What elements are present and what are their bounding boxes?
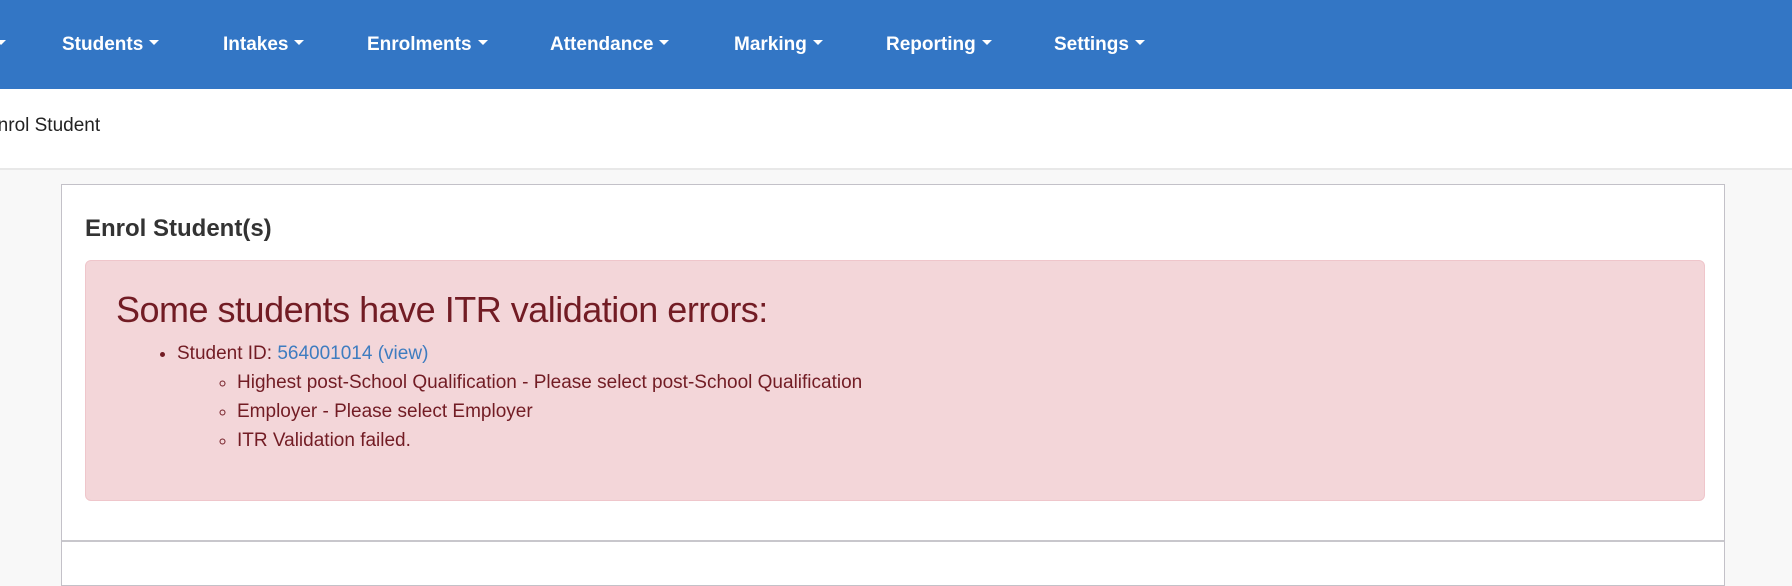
- nav-label: Marking: [734, 33, 807, 55]
- view-link[interactable]: (view): [378, 343, 429, 364]
- list-item: ITR Validation failed.: [237, 426, 862, 455]
- student-id-link[interactable]: 564001014: [277, 343, 372, 364]
- chevron-down-icon: [477, 40, 488, 45]
- student-error-list: Student ID: 564001014 (view) Highest pos…: [116, 339, 862, 455]
- chevron-down-icon: [294, 40, 305, 45]
- card-divider: [62, 540, 1724, 542]
- chevron-down-icon: [812, 40, 823, 45]
- nav-label: Intakes: [223, 33, 289, 55]
- nav-label: Attendance: [550, 33, 654, 55]
- nav-label: Settings: [1054, 33, 1129, 55]
- top-navbar: Students Intakes Enrolments Attendance M…: [0, 0, 1792, 89]
- nav-label: Enrolments: [367, 33, 472, 55]
- nav-label: Students: [62, 33, 144, 55]
- nav-item-truncated[interactable]: [0, 0, 6, 89]
- list-item: Student ID: 564001014 (view) Highest pos…: [177, 339, 862, 455]
- chevron-down-icon: [659, 40, 670, 45]
- chevron-down-icon: [1134, 40, 1145, 45]
- nav-item-marking[interactable]: Marking: [734, 0, 823, 89]
- nav-item-students[interactable]: Students: [62, 0, 160, 89]
- alert-heading: Some students have ITR validation errors…: [116, 289, 768, 330]
- list-item: Highest post-School Qualification - Plea…: [237, 368, 862, 397]
- page-title: Enrol Student(s): [85, 215, 272, 242]
- chevron-down-icon: [981, 40, 992, 45]
- nav-item-reporting[interactable]: Reporting: [886, 0, 992, 89]
- nav-item-enrolments[interactable]: Enrolments: [367, 0, 488, 89]
- nav-label: Reporting: [886, 33, 976, 55]
- student-id-label: Student ID:: [177, 343, 278, 364]
- chevron-down-icon: [149, 40, 160, 45]
- error-alert: Some students have ITR validation errors…: [85, 260, 1705, 501]
- breadcrumb-bar: Enrol Student: [0, 89, 1792, 170]
- nav-item-intakes[interactable]: Intakes: [223, 0, 305, 89]
- list-item: Employer - Please select Employer: [237, 397, 862, 426]
- error-sublist: Highest post-School Qualification - Plea…: [177, 368, 862, 455]
- breadcrumb: Enrol Student: [0, 115, 101, 136]
- nav-item-settings[interactable]: Settings: [1054, 0, 1145, 89]
- enrol-card: Enrol Student(s) Some students have ITR …: [61, 184, 1725, 586]
- nav-item-attendance[interactable]: Attendance: [550, 0, 670, 89]
- chevron-down-icon: [0, 40, 6, 45]
